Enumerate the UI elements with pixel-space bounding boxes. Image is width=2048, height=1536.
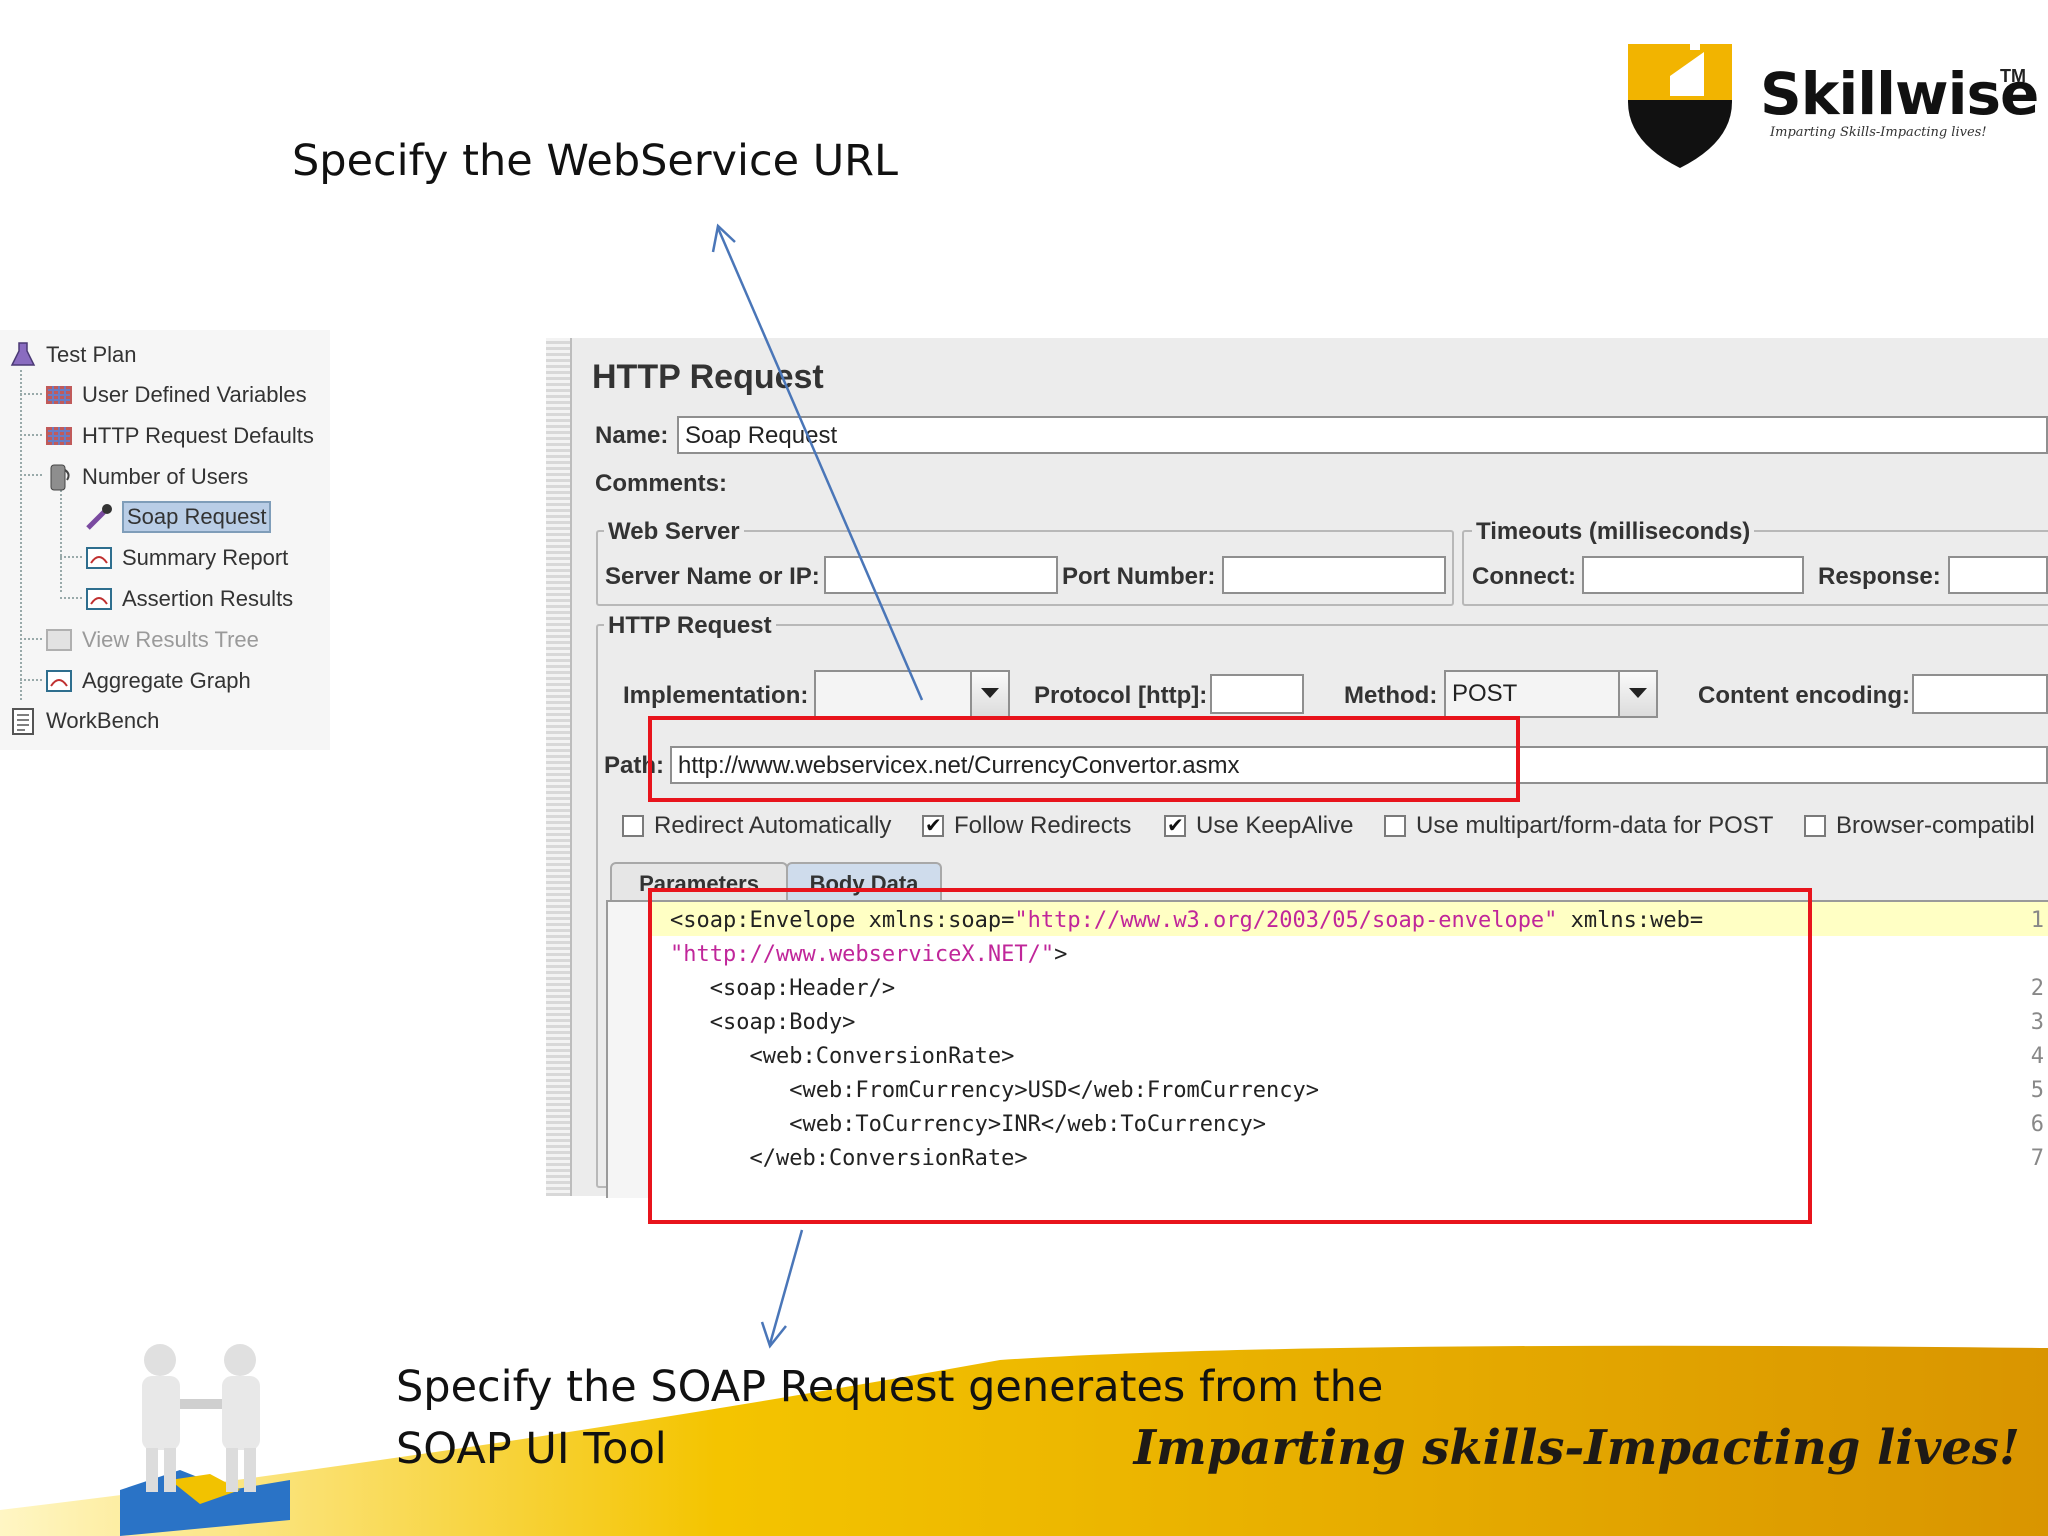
caption-soap-request-line2: SOAP UI Tool	[396, 1424, 667, 1474]
footer-tagline: Imparting skills-Impacting lives!	[1133, 1420, 2020, 1476]
caption-soap-request-line1: Specify the SOAP Request generates from …	[396, 1362, 1384, 1412]
slide-footer: Imparting skills-Impacting lives!	[0, 1300, 2048, 1536]
arrow-to-top-caption	[716, 227, 924, 701]
handshake-puzzle-icon	[120, 1344, 290, 1536]
